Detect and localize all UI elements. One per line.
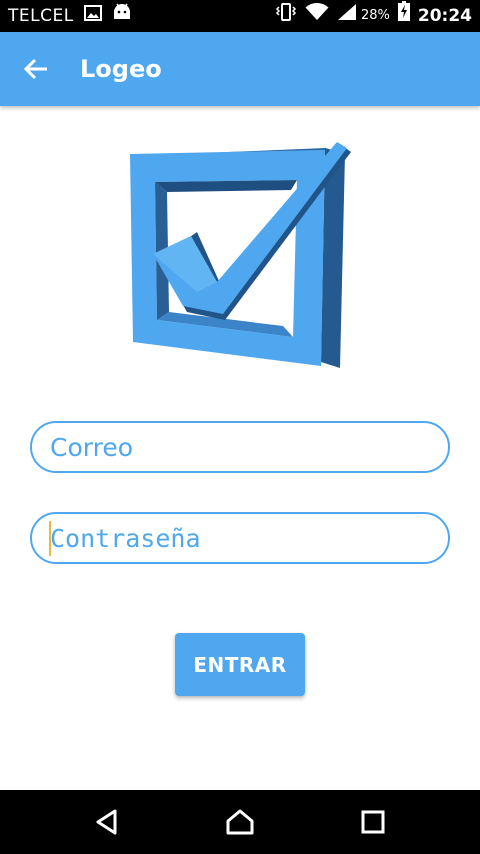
wifi-icon bbox=[305, 0, 329, 32]
app-bar: Logeo bbox=[0, 32, 480, 106]
login-screen: TELCEL 28% 20:24 Logeo Correo ENTRAR bbox=[0, 0, 480, 854]
nav-recents-button[interactable] bbox=[353, 802, 393, 842]
page-title: Logeo bbox=[80, 55, 162, 83]
status-right: 28% 20:24 bbox=[267, 0, 472, 32]
back-button[interactable] bbox=[18, 51, 54, 87]
navigation-bar bbox=[0, 790, 480, 854]
status-bar: TELCEL 28% 20:24 bbox=[0, 0, 480, 32]
status-left: TELCEL bbox=[8, 0, 132, 32]
email-field[interactable] bbox=[30, 421, 450, 473]
nav-home-button[interactable] bbox=[220, 802, 260, 842]
gallery-notification-icon bbox=[83, 0, 102, 32]
checkbox-checked-icon bbox=[125, 142, 355, 374]
battery-percent: 28% bbox=[360, 8, 390, 23]
enter-button[interactable]: ENTRAR bbox=[175, 633, 305, 696]
battery-charging-icon bbox=[397, 0, 410, 32]
home-icon bbox=[226, 809, 254, 835]
back-triangle-icon bbox=[96, 809, 117, 835]
recents-icon bbox=[361, 810, 385, 834]
arrow-back-icon bbox=[23, 58, 47, 80]
text-cursor bbox=[49, 521, 51, 556]
android-notification-icon bbox=[112, 0, 132, 32]
clock: 20:24 bbox=[417, 6, 472, 26]
signal-icon bbox=[337, 0, 357, 32]
vibrate-icon bbox=[275, 0, 297, 32]
password-field[interactable] bbox=[30, 512, 450, 564]
carrier-name: TELCEL bbox=[8, 6, 74, 26]
nav-back-button[interactable] bbox=[87, 802, 127, 842]
